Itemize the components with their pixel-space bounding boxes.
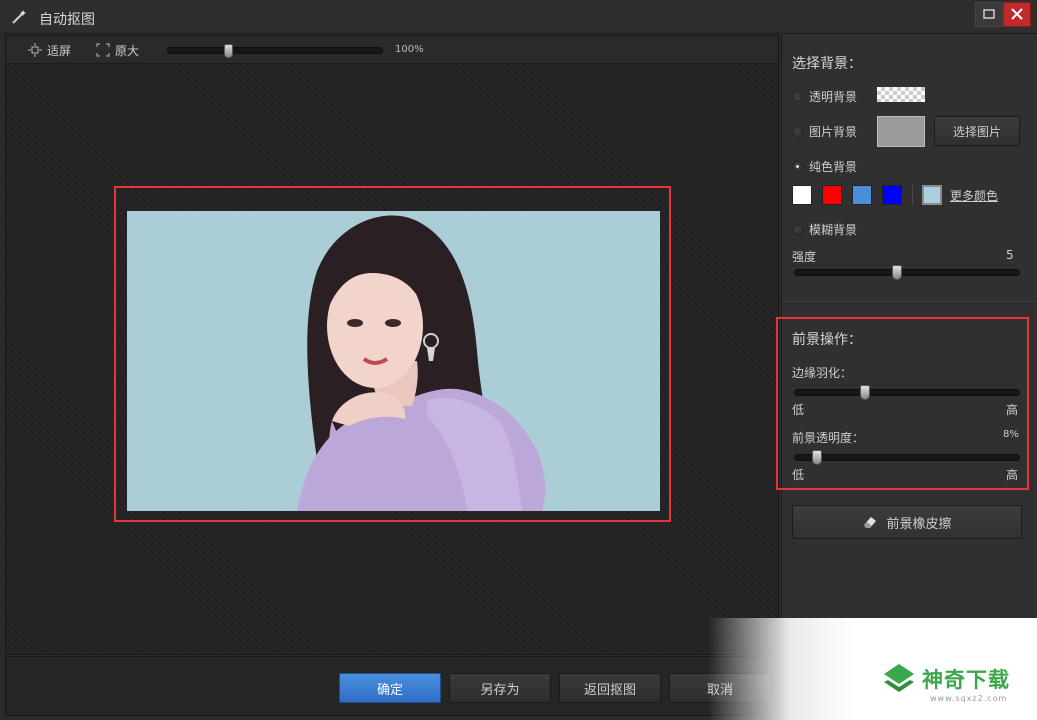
foreground-heading: 前景操作：	[792, 332, 862, 348]
opacity-value: 8%	[1003, 429, 1019, 440]
feather-slider-thumb[interactable]	[860, 385, 870, 400]
blur-background-radio[interactable]	[792, 224, 803, 235]
foreground-eraser-button[interactable]: 前景橡皮擦	[792, 505, 1022, 539]
solid-background-option[interactable]: 纯色背景	[792, 158, 857, 175]
title-bar: 自动抠图	[0, 0, 1037, 34]
solid-background-radio[interactable]	[792, 161, 803, 172]
watermark-brand: 神奇下载	[922, 668, 1010, 692]
feather-slider[interactable]	[794, 385, 1020, 400]
blur-background-option[interactable]: 模糊背景	[792, 221, 857, 238]
foreground-eraser-label: 前景橡皮擦	[886, 516, 952, 532]
image-background-preview	[877, 116, 925, 147]
blur-background-label: 模糊背景	[809, 223, 858, 237]
maximize-button[interactable]	[975, 2, 1003, 27]
opacity-slider-thumb[interactable]	[812, 450, 822, 465]
canvas-area: 适屏 原大 100%	[5, 35, 779, 655]
strength-value: 5	[1006, 248, 1014, 262]
opacity-low-label: 低	[792, 468, 805, 482]
watermark-url: www.sqxz2.com	[930, 694, 1008, 703]
zoom-slider-thumb[interactable]	[224, 44, 233, 58]
transparent-background-label: 透明背景	[809, 90, 858, 104]
strength-slider-thumb[interactable]	[892, 265, 902, 280]
save-as-button[interactable]: 另存为	[449, 673, 551, 703]
opacity-high-label: 高	[1006, 468, 1019, 482]
strength-slider[interactable]	[794, 265, 1020, 280]
color-swatch-1[interactable]	[792, 185, 812, 205]
original-size-label: 原大	[115, 43, 140, 58]
solid-background-label: 纯色背景	[809, 160, 858, 174]
back-to-cutout-button[interactable]: 返回抠图	[559, 673, 661, 703]
color-swatch-3[interactable]	[852, 185, 872, 205]
eraser-icon	[864, 517, 877, 528]
feather-low-label: 低	[792, 403, 805, 417]
strength-label: 强度	[792, 250, 817, 264]
confirm-button[interactable]: 确定	[339, 673, 441, 703]
original-size-button[interactable]: 原大	[96, 42, 139, 58]
feather-high-label: 高	[1006, 403, 1019, 417]
watermark-logo-icon	[884, 664, 914, 692]
fit-screen-label: 适屏	[47, 43, 72, 58]
fit-screen-icon	[28, 43, 42, 57]
image-background-label: 图片背景	[809, 125, 858, 139]
opacity-slider[interactable]	[794, 450, 1020, 465]
close-button[interactable]	[1003, 2, 1031, 27]
cutout-preview-image[interactable]	[127, 211, 660, 511]
select-image-button[interactable]: 选择图片	[934, 116, 1020, 146]
zoom-value: 100%	[395, 44, 424, 55]
image-background-radio[interactable]	[792, 126, 803, 137]
color-swatch-4[interactable]	[882, 185, 902, 205]
panel-divider	[782, 301, 1037, 302]
feather-label: 边缘羽化：	[792, 366, 853, 380]
opacity-label: 前景透明度：	[792, 431, 865, 445]
magic-wand-icon	[10, 8, 28, 26]
color-swatch-2[interactable]	[822, 185, 842, 205]
current-color-swatch[interactable]	[922, 185, 942, 205]
image-background-option[interactable]: 图片背景	[792, 123, 857, 140]
swatch-separator	[912, 185, 913, 205]
transparent-background-option[interactable]: 透明背景	[792, 88, 857, 105]
more-colors-link[interactable]: 更多颜色	[950, 187, 998, 204]
zoom-slider[interactable]	[167, 44, 383, 58]
background-heading: 选择背景：	[792, 56, 862, 72]
bottom-action-bar: 确定 另存为 返回抠图 取消	[5, 656, 779, 716]
canvas-toolbar: 适屏 原大 100%	[6, 36, 778, 64]
fit-screen-button[interactable]: 适屏	[28, 42, 71, 58]
transparent-preview-swatch	[877, 87, 925, 102]
transparent-background-radio[interactable]	[792, 91, 803, 102]
window-title: 自动抠图	[39, 12, 95, 28]
original-size-icon	[96, 43, 110, 57]
